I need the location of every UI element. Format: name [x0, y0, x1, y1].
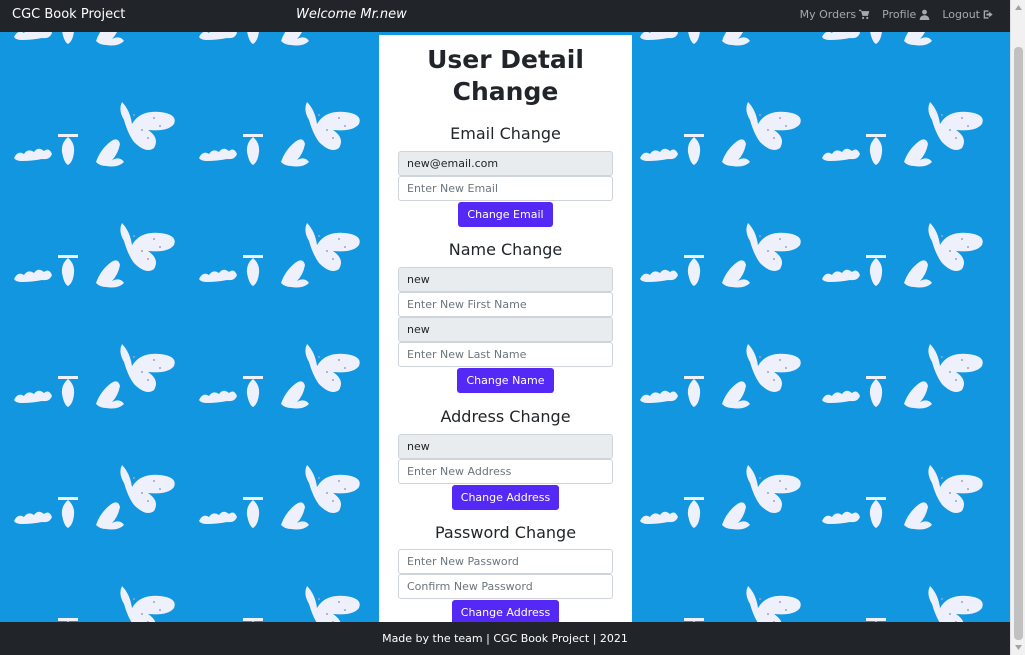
nav-my-orders-link[interactable]: My Orders — [800, 8, 871, 21]
arrow-down-icon — [1015, 645, 1022, 650]
arrow-up-icon — [1015, 5, 1022, 10]
confirm-password-input[interactable] — [398, 574, 613, 599]
current-first-name-field — [398, 267, 613, 292]
scrollbar-thumb[interactable] — [1014, 47, 1023, 640]
logout-icon — [983, 10, 993, 19]
new-first-name-input[interactable] — [398, 292, 613, 317]
user-icon — [920, 9, 930, 20]
name-section-title: Name Change — [448, 240, 563, 259]
email-section-title: Email Change — [450, 124, 561, 143]
nav-profile-label: Profile — [882, 8, 917, 21]
scroll-up-button[interactable] — [1011, 0, 1025, 15]
page-scrollbar[interactable] — [1010, 0, 1025, 655]
nav-my-orders-label: My Orders — [799, 8, 857, 21]
new-password-input[interactable] — [398, 549, 613, 574]
current-address-field — [398, 434, 613, 459]
page-title-line1: User Detail — [427, 45, 584, 74]
address-section-title: Address Change — [440, 407, 571, 426]
welcome-text: Welcome Mr.new — [296, 7, 407, 22]
cart-icon — [859, 9, 870, 20]
scroll-down-button[interactable] — [1011, 640, 1025, 655]
user-detail-card: User Detail Change Email Change Change E… — [379, 35, 632, 622]
change-address-button[interactable]: Change Address — [451, 485, 560, 510]
new-email-input[interactable] — [398, 176, 613, 201]
nav-logout-label: Logout — [942, 8, 980, 21]
nav-links: My Orders Profile Logout — [800, 8, 994, 21]
new-last-name-input[interactable] — [398, 342, 613, 367]
change-name-button[interactable]: Change Name — [457, 368, 554, 393]
current-email-field — [398, 151, 613, 176]
change-email-button[interactable]: Change Email — [458, 202, 553, 227]
password-section-title: Password Change — [434, 523, 577, 542]
current-last-name-field — [398, 317, 613, 342]
new-address-input[interactable] — [398, 459, 613, 484]
change-password-button[interactable]: Change Address — [451, 600, 560, 622]
nav-profile-link[interactable]: Profile — [882, 8, 930, 21]
page-title-line2: Change — [452, 77, 559, 106]
brand-link[interactable]: CGC Book Project — [12, 7, 125, 22]
footer-text: Made by the team | CGC Book Project | 20… — [382, 632, 628, 645]
nav-logout-link[interactable]: Logout — [942, 8, 994, 21]
footer: Made by the team | CGC Book Project | 20… — [0, 622, 1010, 655]
top-navbar: CGC Book Project Welcome Mr.new My Order… — [0, 0, 1010, 32]
page-title: User Detail Change — [379, 44, 632, 108]
